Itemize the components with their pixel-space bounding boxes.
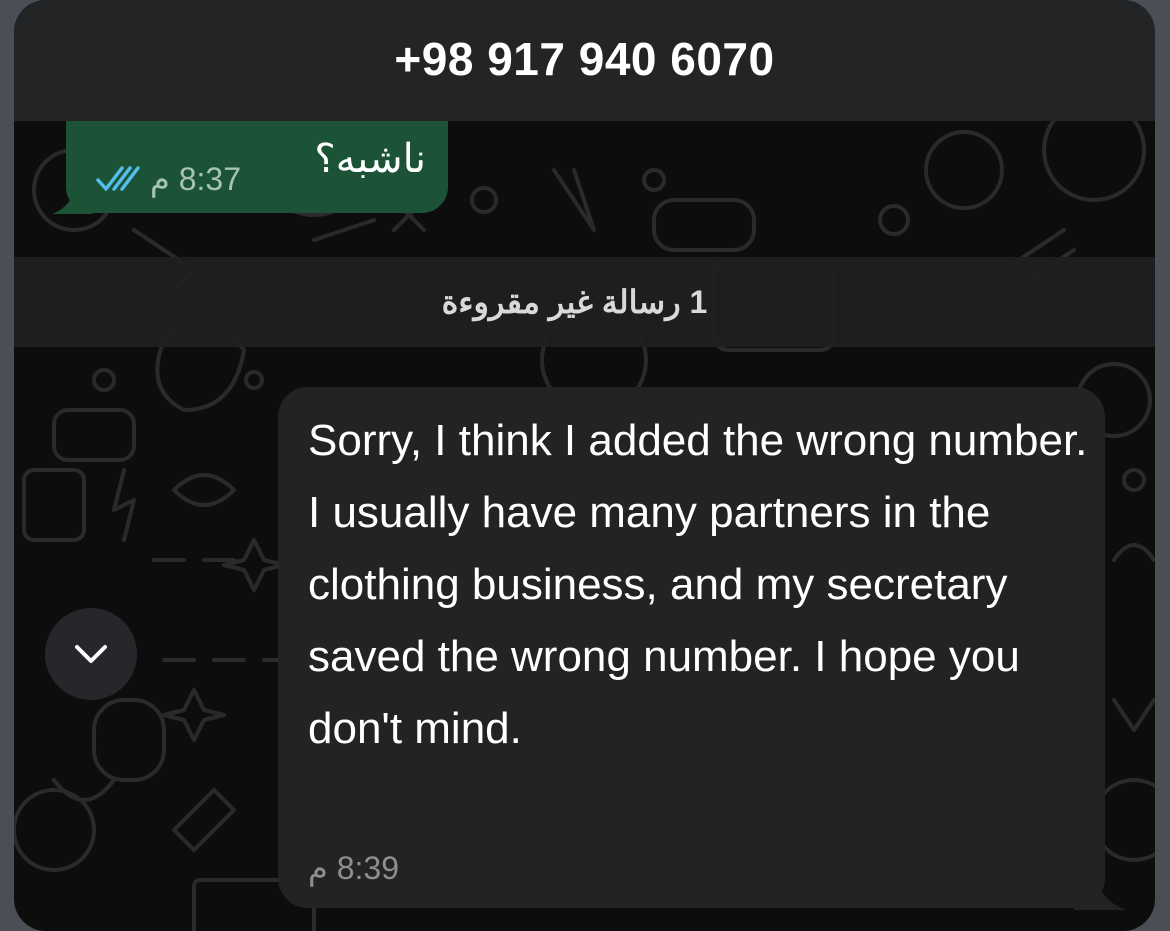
unread-messages-label: 1 رسالة غير مقروءة: [441, 284, 708, 320]
chevron-down-icon: [75, 645, 107, 663]
incoming-message-bubble[interactable]: Sorry, I think I added the wrong number.…: [278, 387, 1105, 908]
contact-phone-number: +98 917 940 6070: [394, 32, 775, 85]
incoming-message-text: Sorry, I think I added the wrong number.…: [308, 416, 1088, 753]
outgoing-message-meta: 8:37 م: [96, 160, 241, 198]
outgoing-message-text: ناشبه؟: [314, 137, 426, 181]
scroll-to-bottom-button[interactable]: [45, 608, 137, 700]
incoming-message-time: 8:39 م: [308, 850, 399, 886]
chat-window: +98 917 940 6070 ناشبه؟ 8:37 م 1 رسالة غ…: [14, 0, 1155, 931]
outgoing-message-time: 8:37 م: [150, 161, 241, 197]
unread-messages-banner: 1 رسالة غير مقروءة: [14, 257, 1155, 347]
double-check-read-icon: [96, 166, 140, 191]
chat-header[interactable]: +98 917 940 6070: [14, 0, 1155, 121]
